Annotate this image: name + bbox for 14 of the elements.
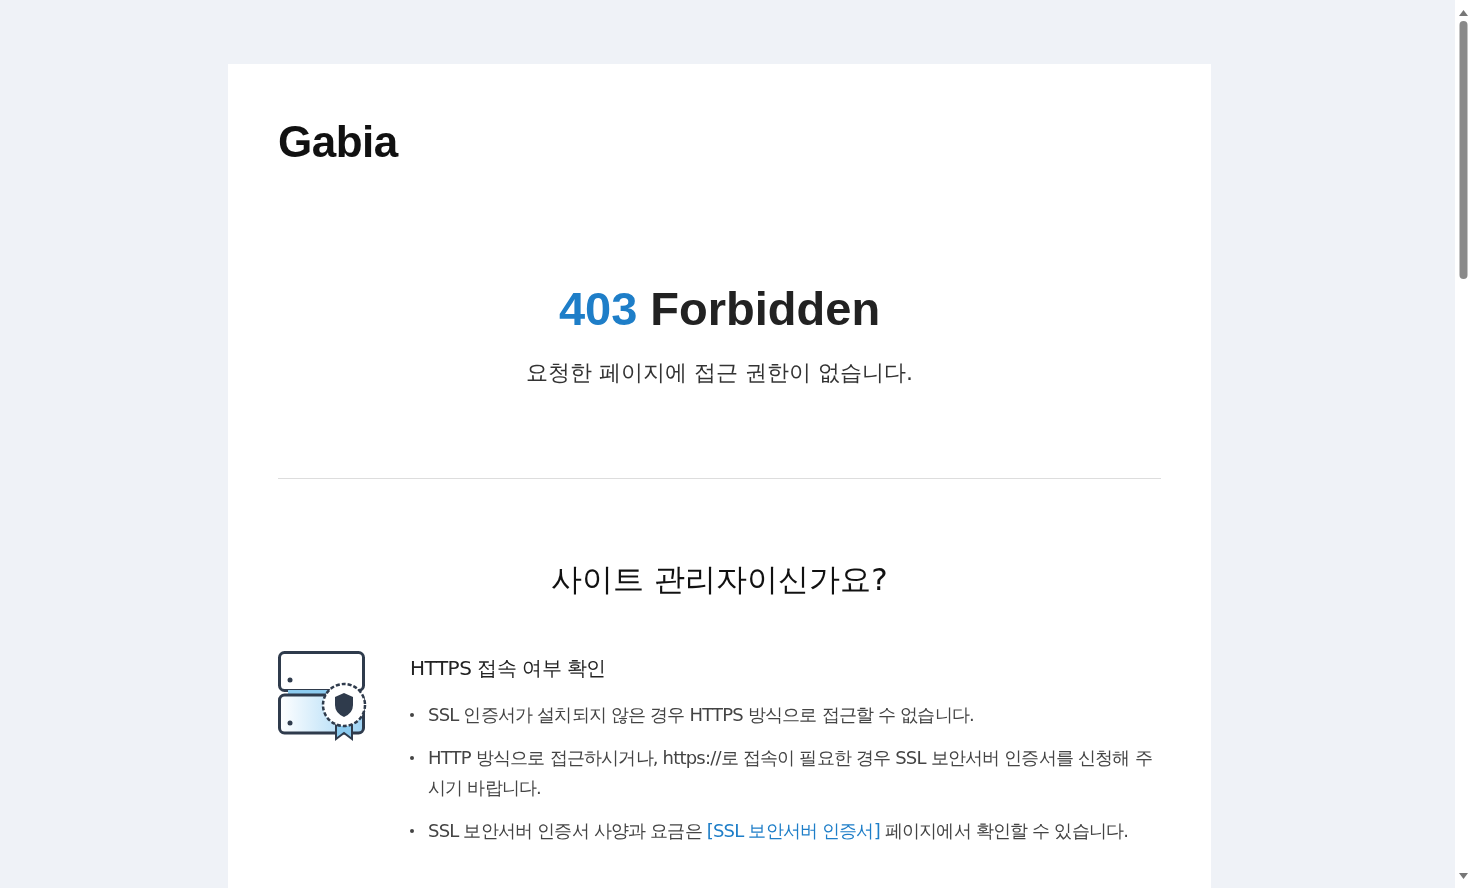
section-heading: 사이트 관리자이신가요?: [551, 561, 888, 597]
bullet-dot: [410, 713, 414, 717]
bullet-text: HTTP 방식으로 접근하시거나, https://로 접속이 필요한 경우 SSL 보안서버 인증서를 신청해 주시기 바랍니다.: [428, 743, 1161, 803]
logo: Gabia: [278, 117, 398, 167]
error-title: Forbidden: [650, 282, 881, 335]
bullet-text: SSL 인증서가 설치되지 않은 경우 HTTPS 방식으로 접근할 수 없습니다.: [428, 700, 1161, 730]
certificate-link[interactable]: [SSL 보안서버 인증서]: [706, 820, 880, 841]
bullet-dot: [410, 756, 414, 760]
error-code: 403: [558, 282, 638, 335]
scrollbar[interactable]: [1455, 0, 1472, 888]
section-title: HTTPS 접속 여부 확인: [410, 655, 607, 682]
error-message: 요청한 페이지에 접근 권한이 없습니다.: [526, 360, 913, 385]
bullet-dot: [410, 829, 414, 833]
bullet-text: SSL 보안서버 인증서 사양과 요금은 [SSL 보안서버 인증서] 페이지에서 확인할 수 있습니다.: [428, 816, 1161, 846]
